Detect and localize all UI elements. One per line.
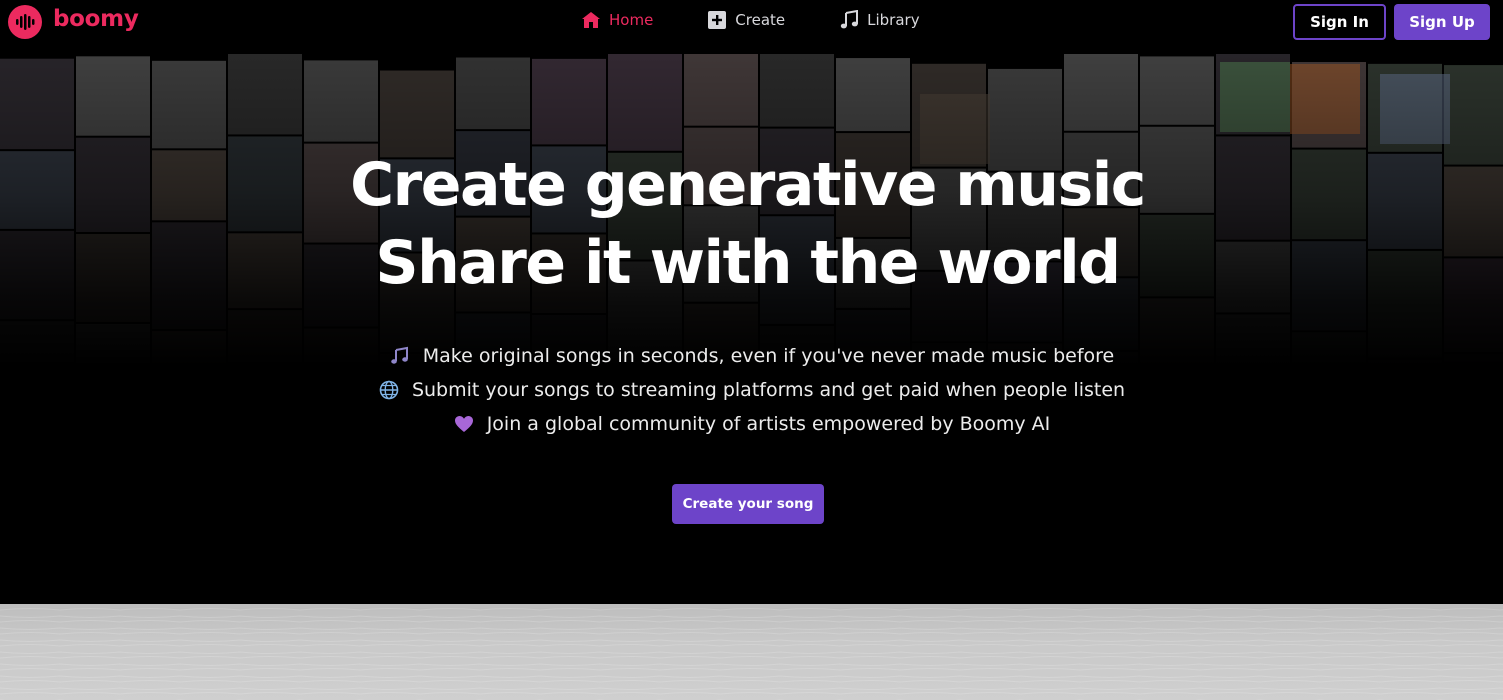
plus-square-icon <box>706 9 728 31</box>
sign-in-button[interactable]: Sign In <box>1293 4 1386 40</box>
hero-section: Create generative music Share it with th… <box>0 54 1503 604</box>
texture-line <box>0 608 1503 611</box>
texture-line <box>0 644 1503 647</box>
lower-section-background <box>0 604 1503 700</box>
texture-line <box>0 692 1503 695</box>
feature-item: Submit your songs to streaming platforms… <box>0 373 1503 407</box>
purple-heart-icon <box>453 413 475 435</box>
nav-home[interactable]: Home <box>580 9 653 31</box>
texture-line <box>0 687 1503 690</box>
hero-headline-line-1: Create generative music <box>350 150 1146 220</box>
feature-text: Join a global community of artists empow… <box>486 413 1051 435</box>
feature-list: Make original songs in seconds, even if … <box>0 339 1503 441</box>
texture-line <box>0 632 1503 635</box>
texture-line <box>0 651 1503 654</box>
feature-text: Submit your songs to streaming platforms… <box>411 379 1126 401</box>
texture-line <box>0 639 1503 642</box>
musical-notes-icon <box>389 345 411 367</box>
nav-create-label: Create <box>735 11 786 29</box>
texture-line <box>0 668 1503 671</box>
feature-text: Make original songs in seconds, even if … <box>422 345 1115 367</box>
create-your-song-button[interactable]: Create your song <box>672 484 824 524</box>
top-navbar: boomy Home Create Library Sign In Sign U… <box>0 0 1503 54</box>
music-note-icon <box>838 9 860 31</box>
texture-line <box>0 680 1503 683</box>
boomy-logo-icon <box>8 5 42 39</box>
nav-create[interactable]: Create <box>706 9 785 31</box>
nav-library-label: Library <box>867 11 920 29</box>
globe-icon <box>378 379 400 401</box>
texture-line <box>0 675 1503 678</box>
boomy-logo[interactable]: boomy <box>8 5 139 39</box>
nav-library[interactable]: Library <box>838 9 920 31</box>
texture-line <box>0 663 1503 666</box>
feature-item: Make original songs in seconds, even if … <box>0 339 1503 373</box>
texture-line <box>0 656 1503 659</box>
home-icon <box>580 9 602 31</box>
texture-line <box>0 615 1503 618</box>
hero-headline-line-2: Share it with the world <box>375 228 1121 298</box>
brand-name: boomy <box>53 5 139 32</box>
texture-line <box>0 627 1503 630</box>
sign-up-button[interactable]: Sign Up <box>1394 4 1490 40</box>
feature-item: Join a global community of artists empow… <box>0 407 1503 441</box>
texture-line <box>0 620 1503 623</box>
nav-links: Home Create Library <box>580 9 973 31</box>
nav-home-label: Home <box>609 11 654 29</box>
